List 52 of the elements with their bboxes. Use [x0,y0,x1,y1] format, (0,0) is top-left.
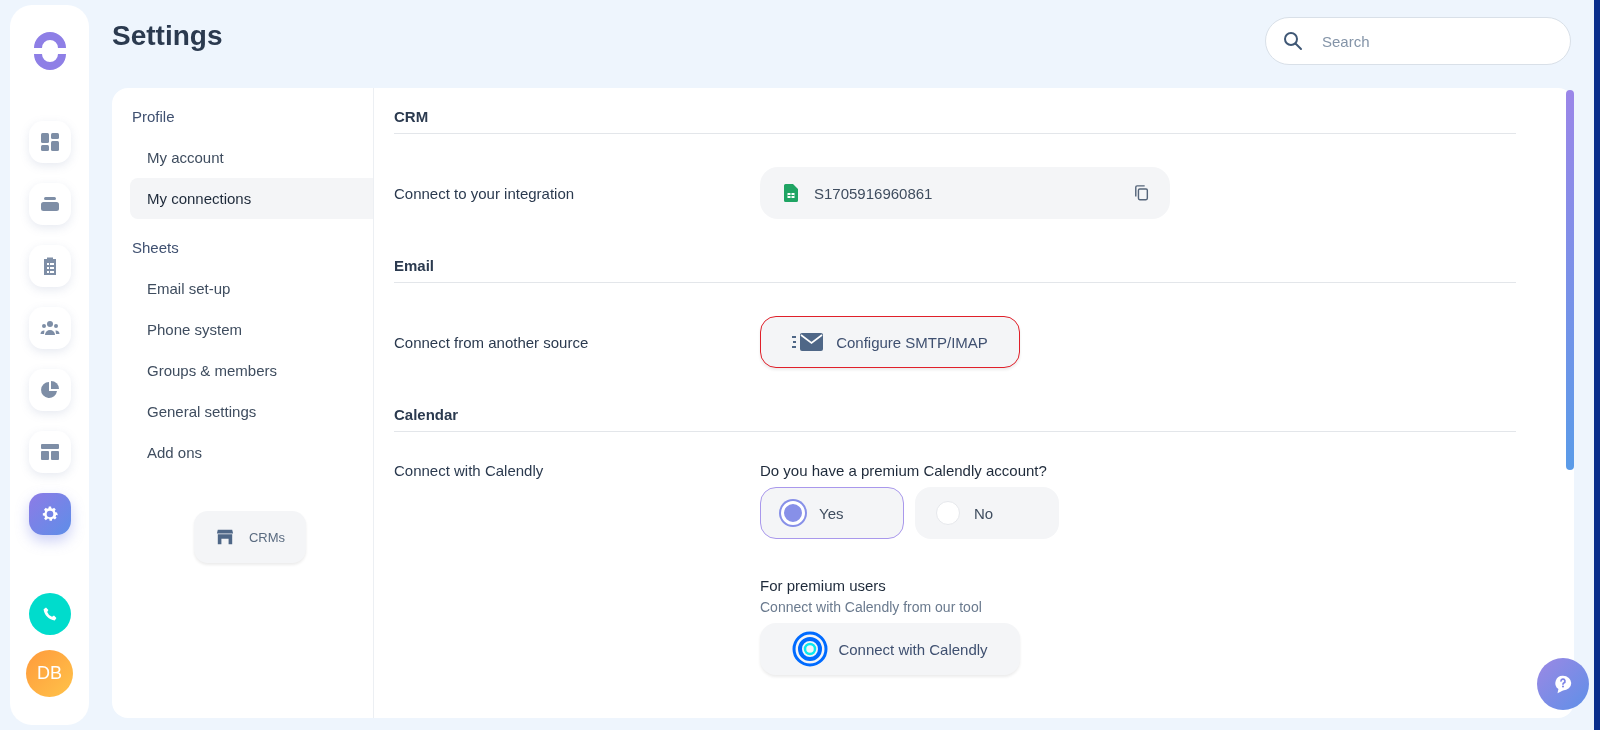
phone-button[interactable] [28,593,71,635]
pie-chart-icon [39,380,60,400]
nav-button[interactable] [28,121,71,163]
section-title: Calendar [394,406,1516,432]
row-label: Connect from another source [394,333,590,351]
settings-button[interactable] [28,493,71,535]
premium-title: For premium users [760,577,887,594]
nav-item[interactable]: Groups & members [130,350,373,391]
nav-group-title: Profile [131,108,176,127]
nav-item[interactable]: My account [130,137,373,178]
nav-button[interactable] [28,245,71,287]
scrollbar[interactable] [1566,90,1574,470]
nav-group-title: Sheets [131,239,180,258]
crms-button[interactable]: CRMs [194,511,306,563]
page-title: Settings [112,20,223,52]
radio-option[interactable]: No [915,487,1059,539]
option-label: Yes [819,504,844,522]
nav-button[interactable] [28,431,71,473]
dashboard-icon [39,132,60,152]
calendly-logo-icon [792,631,829,667]
help-button[interactable] [1537,658,1589,710]
nav-item[interactable]: My connections [130,178,373,219]
question-text: Do you have a premium Calendly account? [760,462,1048,479]
nav-item[interactable]: General settings [130,391,373,432]
row-label: Connect to your integration [394,184,576,202]
help-chat-icon [1552,673,1574,695]
configure-smtp-button[interactable]: Configure SMTP/IMAP [760,316,1020,368]
phone-icon [41,606,58,622]
search-icon [1283,31,1303,51]
section-title: Email [394,257,1516,283]
nav-item[interactable]: Email set-up [130,268,373,309]
nav-button[interactable] [28,307,71,349]
search-field[interactable]: Search [1265,17,1571,65]
integration-id-field[interactable]: S1705916960861 [760,167,1170,219]
spreadsheet-icon [784,184,798,202]
section-title: CRM [394,108,1516,134]
radio-option[interactable]: Yes [760,487,904,539]
integration-id: S1705916960861 [814,184,934,202]
premium-subtitle: Connect with Calendly from our tool [760,599,983,615]
layout-icon [39,442,60,462]
row-label: Connect with Calendly [394,462,545,479]
store-icon [214,528,235,546]
nav-item[interactable]: Add ons [130,432,373,473]
copy-icon[interactable] [1134,184,1150,202]
connect-calendly-button[interactable]: Connect with Calendly [760,623,1020,675]
tray-icon [39,194,60,214]
group-icon [39,318,60,338]
nav-button[interactable] [28,369,71,411]
nav-button[interactable] [28,183,71,225]
option-label: No [974,504,994,522]
mail-icon [792,332,825,352]
nav-item[interactable]: Phone system [130,309,373,350]
